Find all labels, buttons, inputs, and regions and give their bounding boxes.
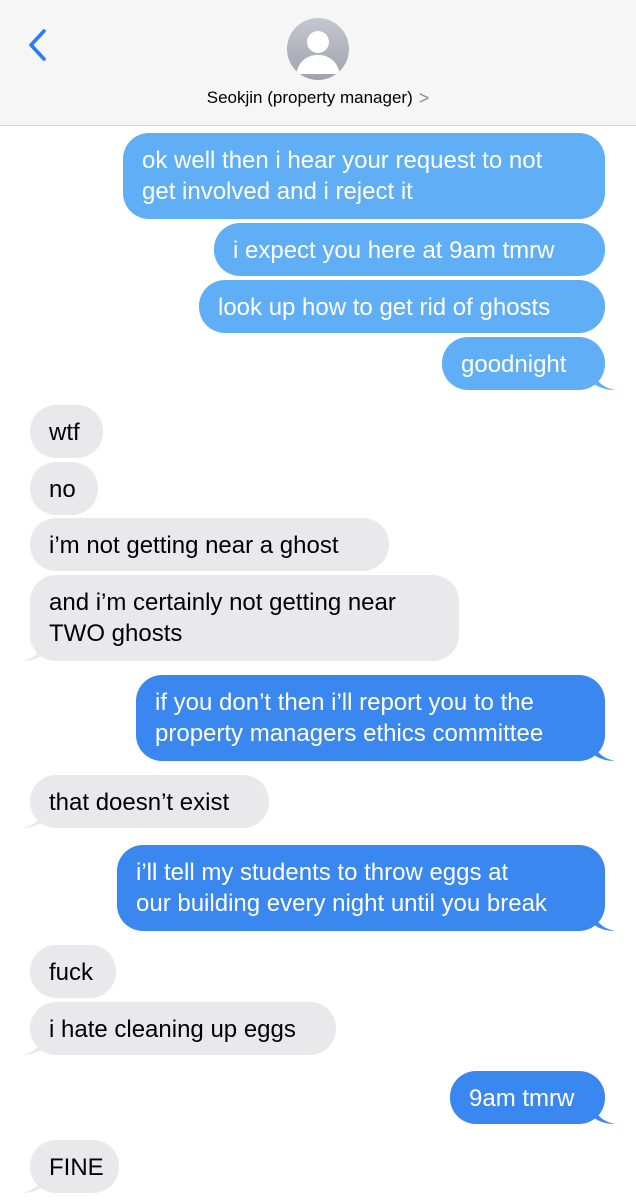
sent-message-bubble[interactable]: i expect you here at 9am tmrw: [214, 223, 605, 276]
message-text-line: get involved and i reject it: [142, 178, 413, 205]
message-text-line: that doesn’t exist: [49, 789, 230, 816]
bubble-tail: [593, 909, 615, 931]
sent-message-bubble[interactable]: i’ll tell my students to throw eggs at ou…: [117, 845, 605, 931]
received-message-bubble[interactable]: i’m not getting near a ghost: [30, 518, 389, 571]
received-message-bubble[interactable]: wtf: [30, 405, 103, 458]
sent-message-bubble[interactable]: if you don’t then i’ll report you to the…: [136, 675, 605, 761]
message-text-line: i expect you here at 9am tmrw: [233, 237, 555, 264]
received-message-bubble[interactable]: and i’m certainly not getting near TWO gh…: [30, 575, 459, 661]
contact-name: Seokjin (property manager): [206, 88, 413, 107]
bubble-tail: [593, 368, 615, 390]
message-text-line: i’m not getting near a ghost: [49, 532, 339, 559]
message-text-line: fuck: [49, 959, 94, 986]
message-text-line: and i’m certainly not getting near: [49, 589, 396, 616]
bubble-tail: [22, 806, 44, 828]
message-text-line: 9am tmrw: [469, 1085, 575, 1112]
sent-message-bubble[interactable]: 9am tmrw: [450, 1071, 605, 1124]
received-message-bubble[interactable]: that doesn’t exist: [30, 775, 269, 828]
bubble-tail: [22, 1171, 44, 1193]
message-text-line: i’ll tell my students to throw eggs at: [136, 859, 509, 886]
chevron-left-icon: [29, 29, 46, 61]
message-text-line: our building every night until you break: [136, 890, 547, 917]
message-text-line: property managers ethics committee: [155, 720, 544, 747]
received-message-bubble[interactable]: i hate cleaning up eggs: [30, 1002, 336, 1055]
received-message-bubble[interactable]: no: [30, 462, 98, 515]
received-message-bubble[interactable]: fuck: [30, 945, 116, 998]
back-button[interactable]: [22, 26, 52, 64]
message-text-line: ok well then i hear your request to not: [142, 147, 543, 174]
avatar[interactable]: [287, 18, 349, 80]
sent-message-bubble[interactable]: goodnight: [442, 337, 605, 390]
message-text-line: no: [49, 476, 76, 503]
person-icon: [296, 31, 340, 74]
message-text-line: if you don’t then i’ll report you to the: [155, 689, 534, 716]
bubble-tail: [593, 739, 615, 761]
bubble-tail: [22, 1033, 44, 1055]
message-text-line: FINE: [49, 1154, 104, 1181]
contact-name-button[interactable]: Seokjin (property manager) >: [0, 88, 636, 108]
message-text-line: TWO ghosts: [49, 620, 183, 647]
sent-message-bubble[interactable]: ok well then i hear your request to not g…: [123, 133, 605, 219]
message-text-line: wtf: [49, 419, 80, 446]
bubble-tail: [593, 1102, 615, 1124]
message-text-line: look up how to get rid of ghosts: [218, 294, 551, 321]
message-text-line: i hate cleaning up eggs: [49, 1016, 296, 1043]
conversation-header: Seokjin (property manager) >: [0, 0, 636, 126]
bubble-tail: [22, 639, 44, 661]
sent-message-bubble[interactable]: look up how to get rid of ghosts: [199, 280, 605, 333]
message-text-line: goodnight: [461, 351, 567, 378]
chevron-right-icon: >: [418, 88, 430, 108]
